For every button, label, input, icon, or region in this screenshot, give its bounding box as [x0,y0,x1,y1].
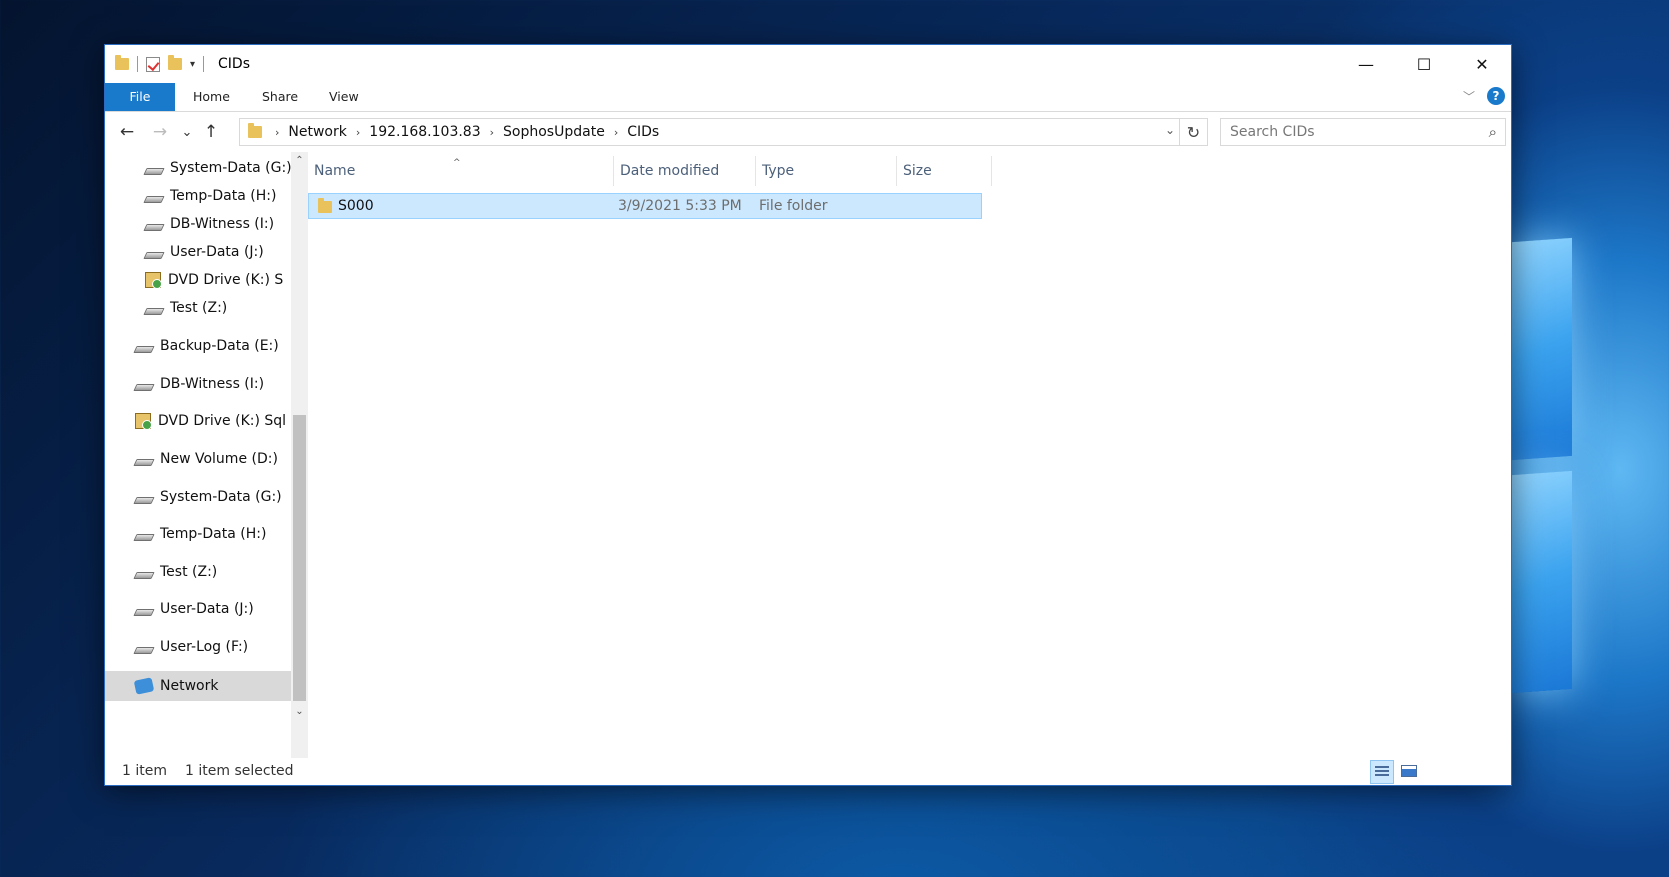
column-header-date-modified[interactable]: Date modified [614,156,756,186]
windows-logo [1512,230,1669,694]
item-count: 1 item [122,763,167,779]
scrollbar-thumb[interactable] [293,415,306,701]
maximize-button[interactable]: ☐ [1395,45,1453,83]
search-icon[interactable]: ⌕ [1489,123,1497,141]
breadcrumb-current[interactable]: CIDs [621,124,665,140]
nav-item-user-log[interactable]: User-Log (F:) [133,634,248,660]
drive-icon [133,496,155,504]
nav-item-user-data[interactable]: User-Data (J:) [143,239,264,265]
nav-item-backup-data[interactable]: Backup-Data (E:) [133,333,279,359]
forward-icon[interactable]: → [148,120,172,144]
file-type: File folder [759,198,828,214]
nav-pane-scrollbar[interactable]: ⌃ ⌄ [291,152,308,758]
column-header-size[interactable]: Size [897,156,992,186]
minimize-button[interactable]: — [1337,45,1395,83]
close-button[interactable]: ✕ [1453,45,1511,83]
drive-icon [133,533,155,541]
chevron-down-icon[interactable]: ﹀ [1463,88,1475,105]
back-icon[interactable]: ← [115,120,139,144]
details-view-button[interactable] [1370,760,1394,784]
folder-icon [318,198,332,213]
title-bar: ▾ CIDs — ☐ ✕ [105,45,1511,83]
drive-icon [143,223,165,231]
drive-icon [133,458,155,466]
caption-buttons: — ☐ ✕ [1337,45,1511,83]
nav-item-system-data[interactable]: System-Data (G:) [133,484,282,510]
nav-item-new-volume[interactable]: New Volume (D:) [133,446,278,472]
nav-item-db-witness[interactable]: DB-Witness (I:) [133,371,264,397]
tab-share[interactable]: Share [262,83,298,111]
breadcrumb-network[interactable]: Network [282,124,352,140]
refresh-icon[interactable]: ↻ [1180,118,1208,146]
search-input[interactable]: Search CIDs ⌕ [1220,118,1506,146]
nav-item-user-data[interactable]: User-Data (J:) [133,596,254,622]
status-bar: 1 item 1 item selected [105,758,1511,786]
table-row[interactable]: S000 3/9/2021 5:33 PM File folder [308,193,982,219]
drive-icon [133,608,155,616]
drive-icon [143,167,165,175]
nav-item-temp-data[interactable]: Temp-Data (H:) [143,183,276,209]
drive-icon [143,251,165,259]
up-icon[interactable]: ↑ [199,120,223,144]
breadcrumb-host[interactable]: 192.168.103.83 [363,124,486,140]
dvd-drive-icon [145,272,162,289]
nav-item-test[interactable]: Test (Z:) [133,559,217,585]
drive-icon [133,345,155,353]
column-header-type[interactable]: Type [756,156,897,186]
tab-file[interactable]: File [105,83,175,111]
nav-item-system-data[interactable]: System-Data (G:) [143,155,292,181]
dvd-drive-icon [135,413,152,430]
ribbon-tabs: File Home Share View ﹀ ? [105,83,1511,112]
drive-icon [133,571,155,579]
breadcrumb-separator[interactable]: › [487,126,497,139]
large-icons-view-icon [1401,765,1417,777]
address-bar[interactable]: › Network › 192.168.103.83 › SophosUpdat… [239,118,1180,146]
breadcrumb-separator[interactable]: › [353,126,363,139]
tab-home[interactable]: Home [193,83,230,111]
tab-view[interactable]: View [329,83,359,111]
nav-item-dvd-drive[interactable]: DVD Drive (K:) S [145,267,283,293]
folder-icon [115,55,129,70]
sort-ascending-icon: ^ [453,158,461,168]
nav-item-network[interactable]: Network [105,671,291,701]
nav-item-temp-data[interactable]: Temp-Data (H:) [133,521,266,547]
window-title: CIDs [218,56,251,72]
large-icons-view-button[interactable] [1397,760,1421,784]
file-list: Name ^ Date modified Type Size S000 3/9/… [308,152,1511,758]
details-view-icon [1375,766,1389,778]
scroll-up-icon[interactable]: ⌃ [291,152,308,169]
selection-count: 1 item selected [185,763,294,779]
help-icon[interactable]: ? [1487,87,1505,105]
customize-toolbar-icon[interactable]: ▾ [190,59,195,70]
search-placeholder: Search CIDs [1230,124,1315,140]
network-icon [133,677,155,695]
breadcrumb-separator[interactable]: › [611,126,621,139]
nav-item-test[interactable]: Test (Z:) [143,295,227,321]
nav-item-db-witness[interactable]: DB-Witness (I:) [143,211,274,237]
column-header-name[interactable]: Name ^ [308,156,614,186]
address-dropdown-icon[interactable]: ⌄ [1165,123,1175,137]
file-date-modified: 3/9/2021 5:33 PM [618,198,742,214]
navigation-bar: ← → ⌄ ↑ › Network › 192.168.103.83 › Sop… [105,112,1511,152]
quick-access-toolbar: ▾ CIDs [105,45,250,83]
file-name: S000 [338,198,374,214]
scroll-down-icon[interactable]: ⌄ [291,703,308,720]
new-folder-icon[interactable] [168,55,182,70]
breadcrumb-share[interactable]: SophosUpdate [497,124,611,140]
recent-locations-icon[interactable]: ⌄ [175,120,199,144]
navigation-pane: System-Data (G:) Temp-Data (H:) DB-Witne… [105,152,298,758]
folder-icon [248,123,262,138]
drive-icon [133,383,155,391]
properties-icon[interactable] [146,56,160,72]
file-explorer-window: ▾ CIDs — ☐ ✕ File Home Share View ﹀ ? ← … [104,44,1512,786]
drive-icon [143,307,165,315]
drive-icon [133,646,155,654]
nav-item-dvd-drive[interactable]: DVD Drive (K:) Sql [135,408,286,434]
drive-icon [143,195,165,203]
